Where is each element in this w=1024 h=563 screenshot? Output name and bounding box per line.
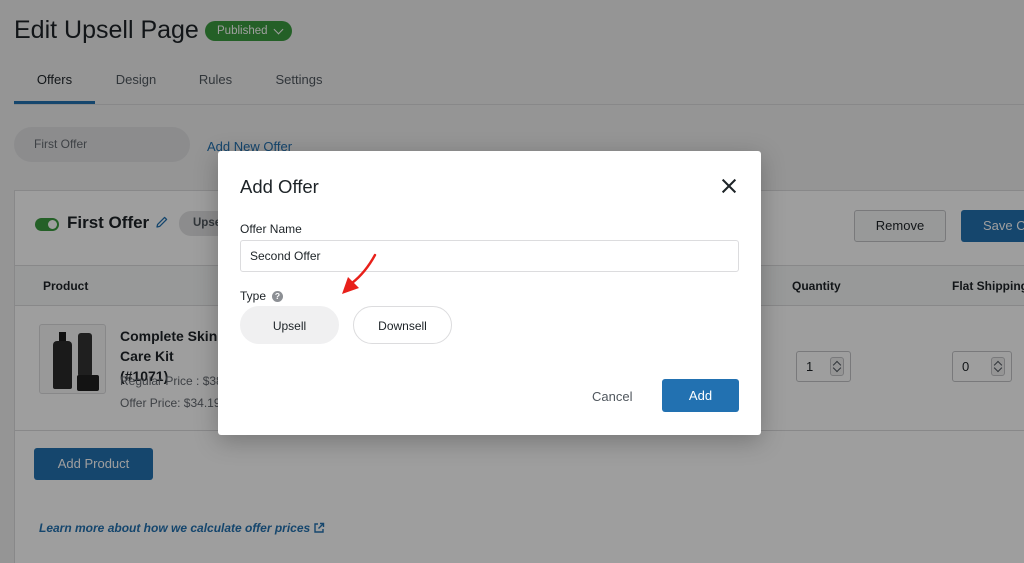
type-label: Type (240, 289, 267, 303)
cancel-button[interactable]: Cancel (592, 389, 632, 404)
type-option-upsell[interactable]: Upsell (240, 306, 339, 344)
close-icon[interactable] (718, 175, 740, 197)
type-label-row: Type ? (240, 289, 284, 303)
annotation-arrow-icon (342, 253, 377, 294)
offer-name-label: Offer Name (240, 222, 302, 236)
add-offer-modal: Add Offer Offer Name Type ? Upsell Downs… (218, 151, 761, 435)
help-icon[interactable]: ? (272, 290, 284, 302)
type-option-downsell[interactable]: Downsell (353, 306, 452, 344)
offer-name-input[interactable] (240, 240, 739, 272)
modal-title: Add Offer (240, 176, 319, 197)
add-button[interactable]: Add (662, 379, 739, 412)
